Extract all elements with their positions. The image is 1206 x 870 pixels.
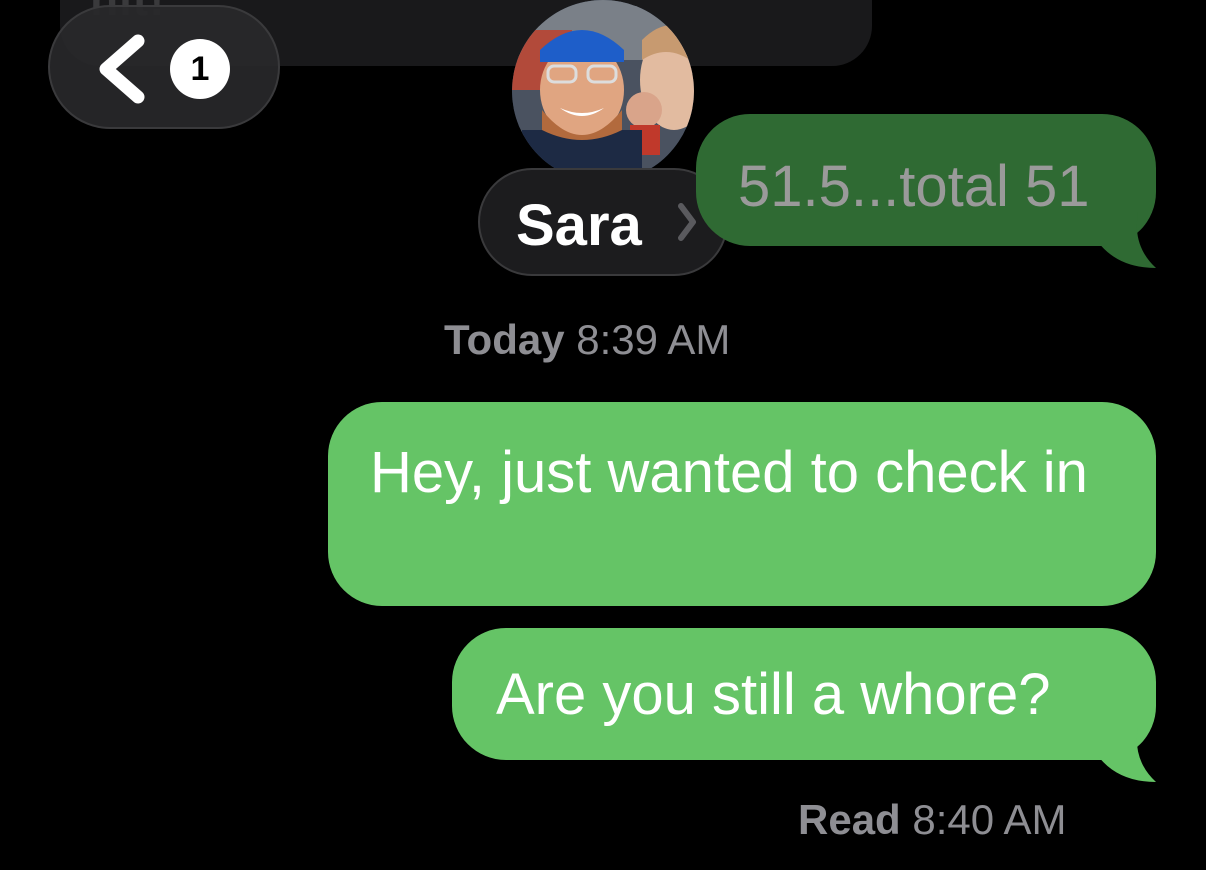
message-text: Are you still a whore? <box>496 662 1051 727</box>
unread-count-badge: 1 <box>170 39 230 99</box>
contact-avatar[interactable] <box>512 0 694 182</box>
bubble-tail <box>1098 726 1156 782</box>
timestamp-time: 8:39 AM <box>576 316 731 363</box>
read-label: Read <box>798 796 901 843</box>
contact-name: Sara <box>516 193 642 258</box>
message-bubble[interactable]: Hey, just wanted to check in <box>328 402 1156 606</box>
avatar-photo <box>512 0 694 182</box>
message-bubble[interactable]: 51.5...total 51 <box>696 114 1156 246</box>
message-bubble[interactable]: Are you still a whore? <box>452 628 1156 760</box>
read-receipt: Read 8:40 AM <box>798 796 1066 844</box>
read-time: 8:40 AM <box>912 796 1067 843</box>
chevron-right-icon <box>678 203 696 241</box>
timestamp-day: Today <box>444 316 565 363</box>
chevron-left-icon <box>99 34 145 104</box>
conversation-timestamp: Today 8:39 AM <box>444 316 730 364</box>
message-text: 51.5...total 51 <box>738 154 1090 219</box>
back-button[interactable]: 1 <box>48 5 280 129</box>
message-text: Hey, just wanted to check in <box>370 440 1088 505</box>
contact-name-button[interactable]: Sara <box>478 168 728 276</box>
bubble-tail <box>1098 212 1156 268</box>
